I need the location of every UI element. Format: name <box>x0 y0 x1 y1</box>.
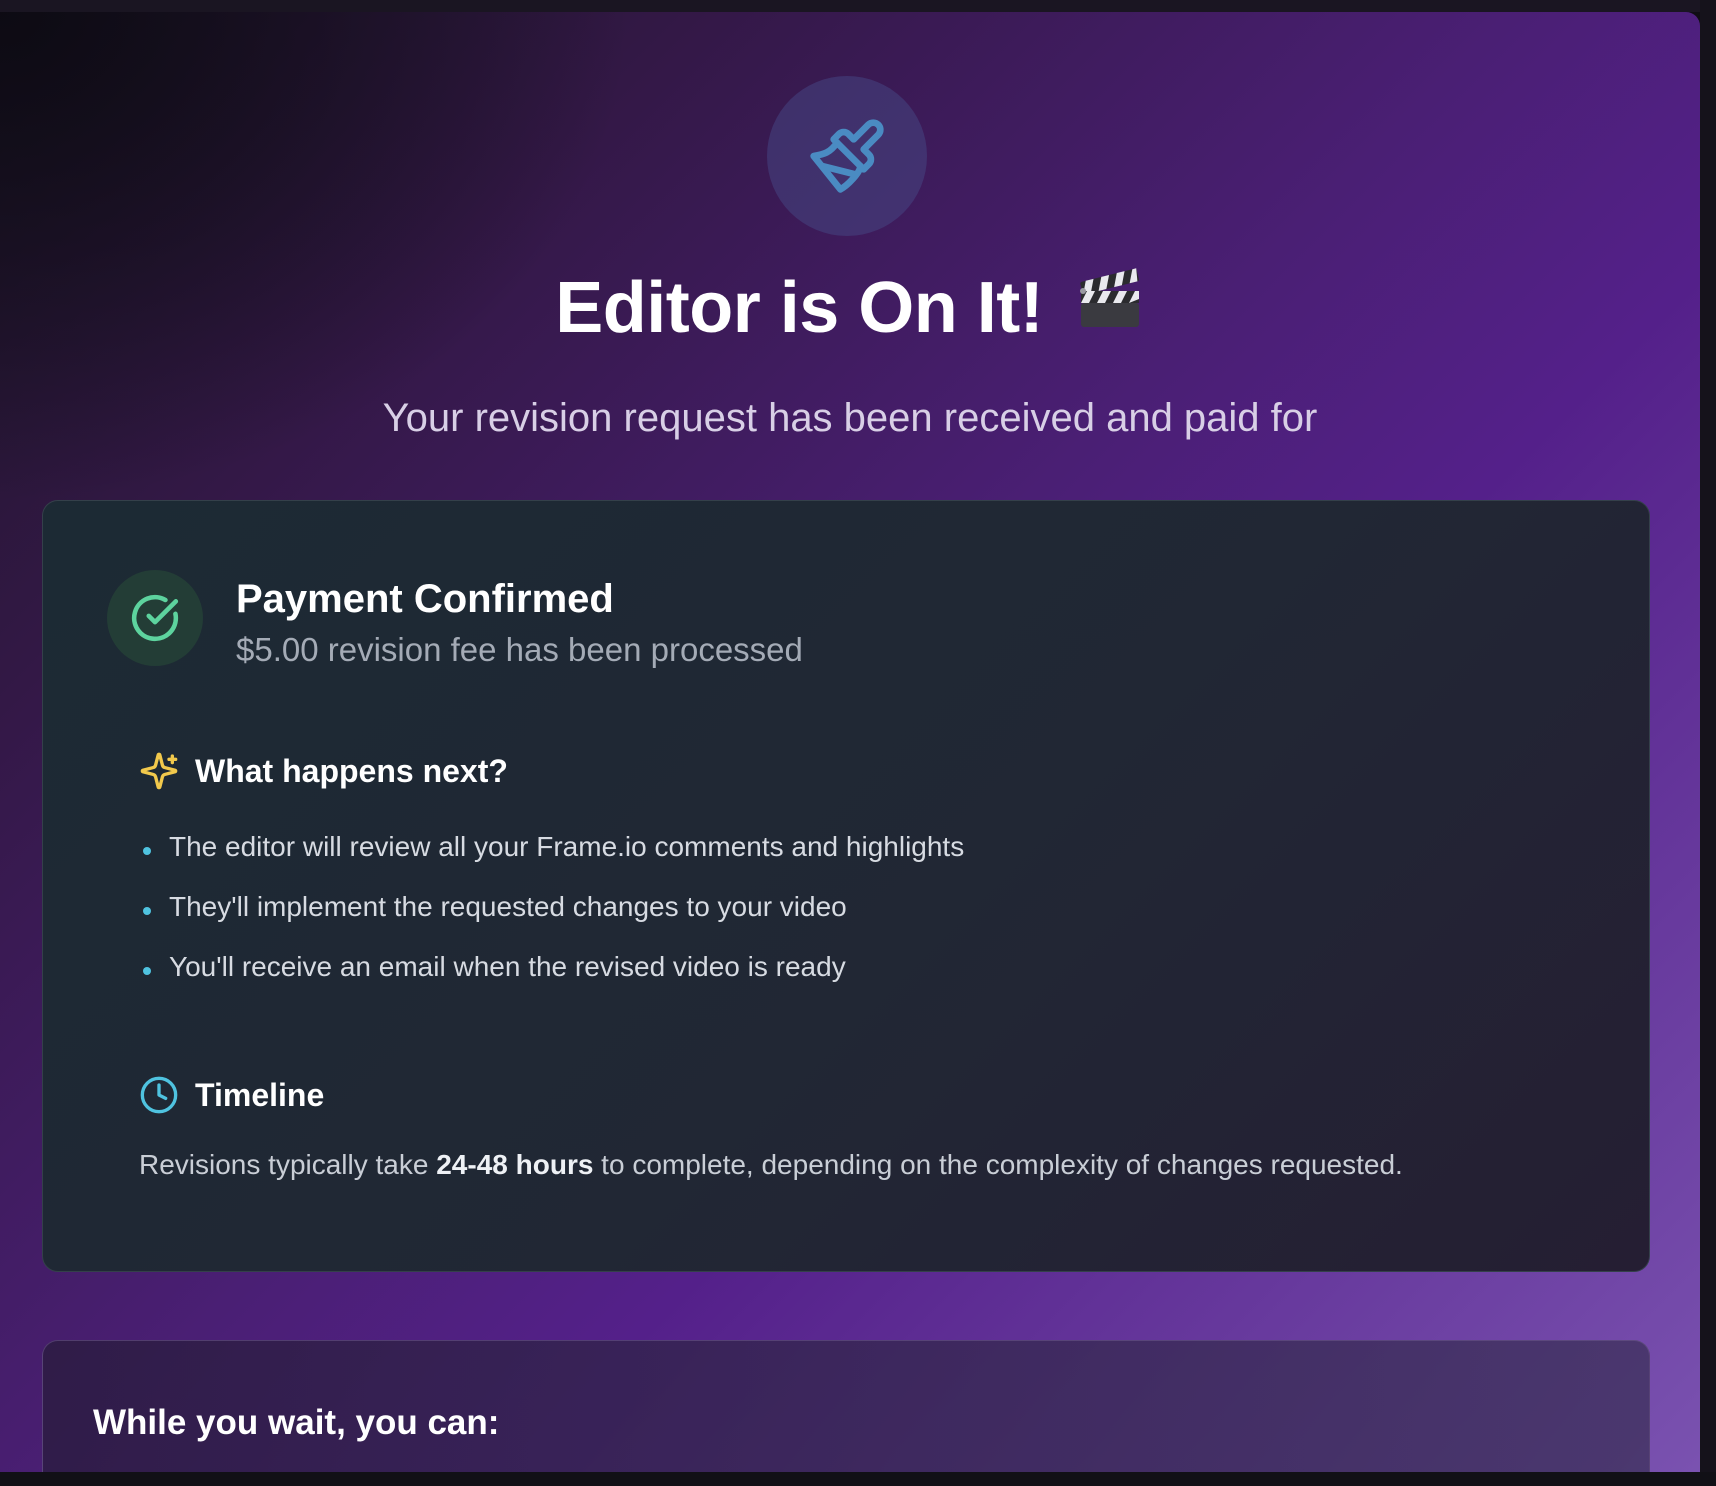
paintbrush-icon <box>810 119 884 193</box>
list-item-text: They'll implement the requested changes … <box>169 891 847 922</box>
window-top-bar <box>0 0 1716 12</box>
timeline-title: Timeline <box>195 1076 325 1113</box>
clapperboard-icon <box>1075 263 1145 350</box>
list-item: You'll receive an email when the revised… <box>139 937 964 997</box>
while-you-wait-card: While you wait, you can: <box>42 1340 1650 1472</box>
next-steps-title: What happens next? <box>195 752 508 789</box>
status-card: Payment Confirmed $5.00 revision fee has… <box>42 500 1650 1272</box>
timeline-heading: Timeline <box>139 1075 324 1115</box>
page-title-text: Editor is On It! <box>555 268 1044 348</box>
hero-icon-badge <box>767 76 927 236</box>
confirmation-page: Editor is On It! Your revision request h… <box>0 12 1700 1472</box>
timeline-text-after: to complete, depending on the complexity… <box>593 1149 1403 1180</box>
list-item-text: The editor will review all your Frame.io… <box>169 831 965 862</box>
list-item: The editor will review all your Frame.io… <box>139 817 964 877</box>
page-title: Editor is On It! <box>0 267 1700 356</box>
bullet-dot <box>143 967 151 975</box>
window-bottom-bar <box>0 1472 1716 1486</box>
payment-title: Payment Confirmed <box>236 577 614 621</box>
timeline-text-before: Revisions typically take <box>139 1149 437 1180</box>
bullet-dot <box>143 907 151 915</box>
payment-subtitle: $5.00 revision fee has been processed <box>236 631 803 668</box>
scrollbar[interactable] <box>1700 0 1716 1486</box>
page-subtitle: Your revision request has been received … <box>382 396 1318 440</box>
bullet-dot <box>143 847 151 855</box>
check-circle-icon <box>131 594 179 642</box>
payment-status-badge <box>107 570 203 666</box>
clock-icon <box>140 1076 178 1114</box>
next-steps-heading: What happens next? <box>139 751 508 791</box>
next-steps-list: The editor will review all your Frame.io… <box>139 817 964 997</box>
timeline-description: Revisions typically take 24-48 hours to … <box>139 1149 1403 1181</box>
list-item-text: You'll receive an email when the revised… <box>169 951 846 982</box>
timeline-duration: 24-48 hours <box>436 1149 594 1180</box>
sparkles-icon <box>140 752 178 790</box>
while-you-wait-title: While you wait, you can: <box>93 1403 500 1442</box>
list-item: They'll implement the requested changes … <box>139 877 964 937</box>
